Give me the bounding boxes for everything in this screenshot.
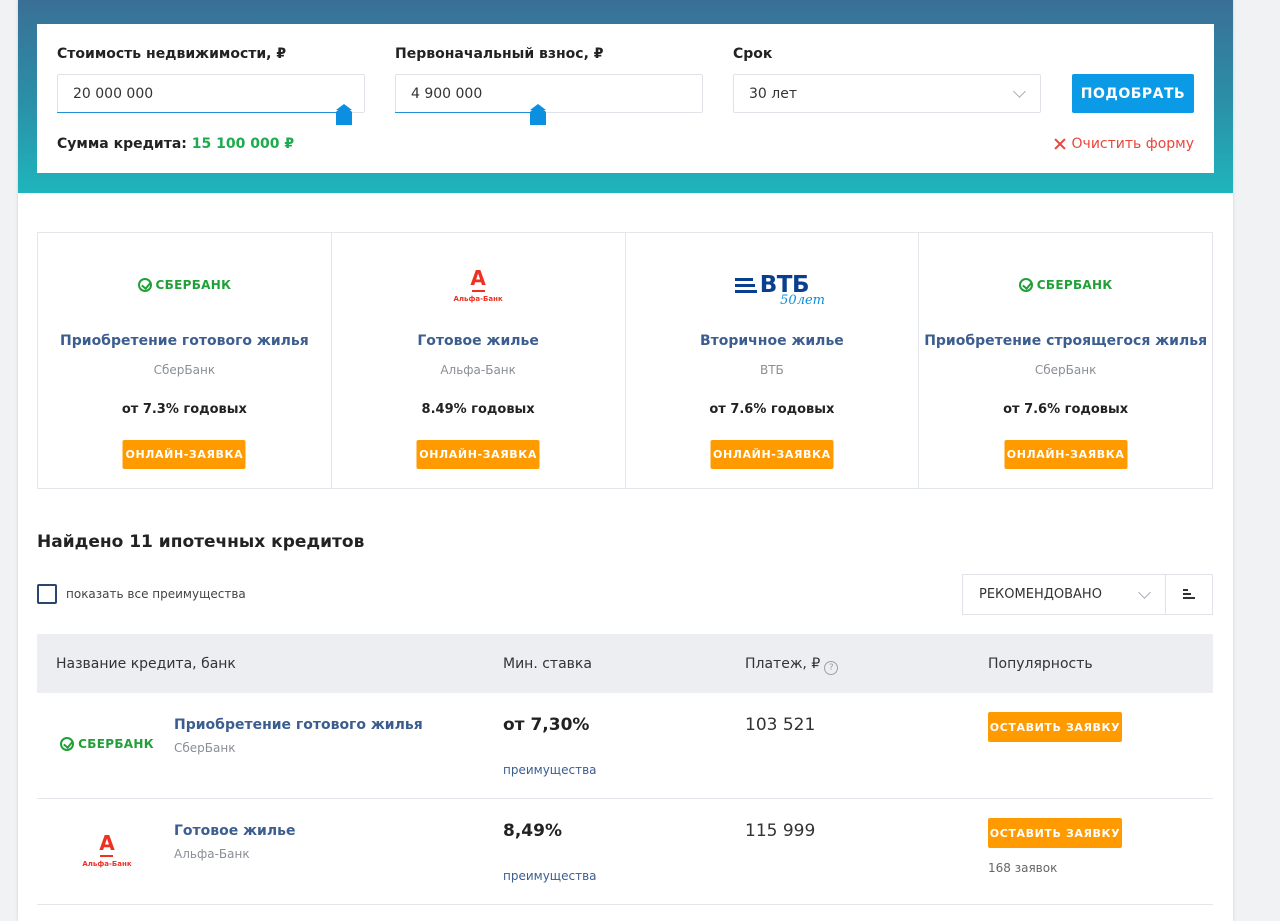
online-application-button[interactable]: ОНЛАЙН-ЗАЯВКА [1004, 440, 1128, 469]
column-header-popularity[interactable]: Популярность [988, 656, 1093, 672]
offer-rate: 8.49% годовых [421, 402, 535, 417]
leave-application-button[interactable]: ОСТАВИТЬ ЗАЯВКУ [988, 712, 1122, 742]
offer-bank: СберБанк [1034, 363, 1097, 377]
down-payment-input[interactable]: 4 900 000 [395, 74, 703, 125]
sort-select[interactable]: РЕКОМЕНДОВАНО [962, 574, 1166, 615]
offer-title[interactable]: Приобретение готового жилья [38, 333, 331, 349]
loan-name-link[interactable]: Приобретение готового жилья [174, 717, 423, 733]
column-header-rate[interactable]: Мин. ставка [503, 656, 592, 672]
loan-rate: от 7,30% [503, 715, 590, 735]
offer-card: СБЕРБАНК Приобретение строящегося жилья … [919, 233, 1212, 488]
price-label: Стоимость недвижимости, ₽ [57, 46, 287, 62]
offer-title[interactable]: Приобретение строящегося жилья [919, 333, 1212, 349]
down-payment-slider-track [395, 112, 537, 113]
loan-bank: СберБанк [174, 741, 236, 755]
search-submit-button[interactable]: ПОДОБРАТЬ [1072, 74, 1194, 113]
offer-bank: СберБанк [153, 363, 216, 377]
sberbank-logo: СБЕРБАНК [38, 261, 331, 309]
alfabank-logo: А Альфа-Банк [82, 830, 132, 868]
loan-payment: 103 521 [745, 715, 816, 735]
price-input[interactable]: 20 000 000 [57, 74, 365, 125]
loan-name-link[interactable]: Готовое жилье [174, 823, 295, 839]
loan-payment: 115 999 [745, 821, 816, 841]
leave-application-button[interactable]: ОСТАВИТЬ ЗАЯВКУ [988, 818, 1122, 848]
chevron-down-icon [1138, 586, 1151, 599]
table-row: А Альфа-Банк Готовое жилье Альфа-Банк 8,4… [37, 799, 1213, 905]
online-application-button[interactable]: ОНЛАЙН-ЗАЯВКА [710, 440, 834, 469]
down-payment-value: 4 900 000 [411, 86, 483, 102]
offer-card: А Альфа-Банк Готовое жилье Альфа-Банк 8.4… [332, 233, 626, 488]
offer-bank: ВТБ [759, 363, 784, 377]
term-value: 30 лет [749, 86, 797, 102]
offer-rate: от 7.6% годовых [1003, 402, 1129, 417]
offer-rate: от 7.3% годовых [121, 402, 247, 417]
table-row: СБЕРБАНК Приобретение готового жилья Сбе… [37, 693, 1213, 799]
loan-sum-label: Сумма кредита: [57, 136, 187, 152]
price-slider-handle[interactable] [336, 104, 352, 125]
featured-offers: СБЕРБАНК Приобретение готового жилья Сбе… [37, 232, 1213, 489]
search-header-band: Стоимость недвижимости, ₽ 20 000 000 Пер… [18, 0, 1233, 193]
offer-card: СБЕРБАНК Приобретение готового жилья Сбе… [38, 233, 332, 488]
sort-order-button[interactable] [1165, 574, 1213, 615]
table-header: Название кредита, банк Мин. ставка Плате… [37, 634, 1213, 693]
down-payment-slider-handle[interactable] [530, 104, 546, 125]
offer-title[interactable]: Вторичное жилье [626, 333, 919, 349]
sort-value: РЕКОМЕНДОВАНО [979, 587, 1102, 602]
clear-form-label: Очистить форму [1071, 136, 1194, 152]
loan-sum: Сумма кредита: 15 100 000 ₽ [57, 136, 294, 152]
offer-card: ВТБ 50лет Вторичное жилье ВТБ от 7.6% го… [626, 233, 920, 488]
offer-bank: Альфа-Банк [440, 363, 516, 377]
alfabank-logo: А Альфа-Банк [453, 265, 503, 303]
price-value: 20 000 000 [73, 86, 154, 102]
sort-icon [1183, 589, 1195, 601]
term-select[interactable]: 30 лет [733, 74, 1041, 113]
application-count: 168 заявок [988, 861, 1058, 875]
offer-rate: от 7.6% годовых [709, 402, 835, 417]
mortgage-form: Стоимость недвижимости, ₽ 20 000 000 Пер… [37, 24, 1214, 173]
loan-bank: Альфа-Банк [174, 847, 250, 861]
chevron-down-icon [1013, 85, 1026, 98]
column-header-name[interactable]: Название кредита, банк [56, 656, 236, 672]
column-header-payment[interactable]: Платеж, ₽? [745, 656, 839, 675]
results-table: Название кредита, банк Мин. ставка Плате… [37, 634, 1213, 905]
clear-form-link[interactable]: Очистить форму [1054, 136, 1194, 152]
sberbank-logo: СБЕРБАНК [919, 261, 1212, 309]
close-icon [1054, 138, 1066, 150]
loan-rate: 8,49% [503, 821, 562, 841]
down-payment-label: Первоначальный взнос, ₽ [395, 46, 604, 62]
price-slider-track [57, 112, 343, 113]
loan-sum-value: 15 100 000 ₽ [191, 136, 295, 152]
page: Стоимость недвижимости, ₽ 20 000 000 Пер… [18, 0, 1233, 921]
online-application-button[interactable]: ОНЛАЙН-ЗАЯВКА [122, 440, 246, 469]
vtb-logo: ВТБ 50лет [626, 261, 919, 309]
results-title: Найдено 11 ипотечных кредитов [37, 532, 365, 552]
online-application-button[interactable]: ОНЛАЙН-ЗАЯВКА [416, 440, 540, 469]
help-icon[interactable]: ? [824, 661, 839, 675]
advantages-link[interactable]: преимущества [503, 763, 597, 777]
sberbank-logo: СБЕРБАНК [57, 719, 157, 769]
term-label: Срок [733, 46, 773, 62]
advantages-link[interactable]: преимущества [503, 869, 597, 883]
show-benefits-checkbox[interactable] [37, 584, 57, 604]
offer-title[interactable]: Готовое жилье [332, 333, 625, 349]
show-benefits-label[interactable]: показать все преимущества [66, 587, 246, 601]
